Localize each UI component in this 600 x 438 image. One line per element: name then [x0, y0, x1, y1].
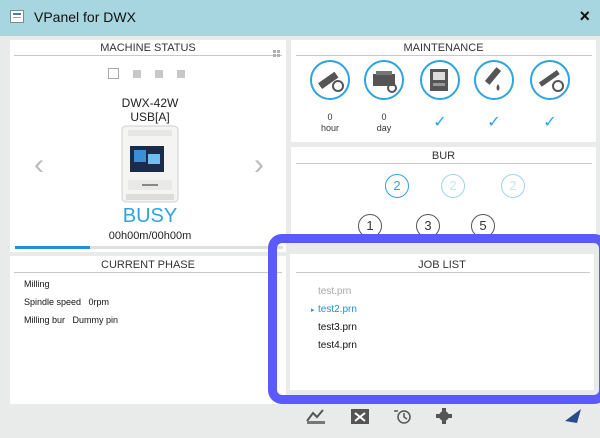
- current-phase-rule: [14, 272, 282, 273]
- bur-title: BUR: [431, 150, 456, 162]
- machine-dot-2[interactable]: [133, 69, 141, 78]
- cut-icon: [351, 409, 369, 424]
- settings-button[interactable]: [432, 406, 456, 426]
- machine-image: [120, 124, 180, 204]
- app-icon: [10, 10, 24, 23]
- machine-selector-dots: [108, 68, 185, 79]
- current-phase-title: CURRENT PHASE: [101, 259, 195, 271]
- current-phase-panel: [10, 256, 286, 404]
- machine-model: DWX-42W: [121, 96, 179, 110]
- machine-status-title: MACHINE STATUS: [100, 42, 196, 54]
- machine-days-value: 0: [381, 112, 387, 122]
- bur-slot-3[interactable]: 2: [501, 174, 525, 198]
- phase-milling-bur: Milling bur Dummy pin: [24, 315, 119, 325]
- maintenance-rule: [296, 55, 592, 56]
- next-machine-arrow[interactable]: ›: [254, 148, 264, 182]
- maintenance-title: MAINTENANCE: [403, 42, 484, 54]
- title-bar: VPanel for DWX ×: [0, 0, 600, 36]
- history-button[interactable]: [390, 406, 414, 426]
- previous-machine-arrow[interactable]: ‹: [34, 148, 44, 182]
- bur-rule: [296, 163, 592, 164]
- machine-dot-3[interactable]: [155, 69, 163, 78]
- job-progress-bar: [15, 246, 283, 249]
- phase-process: Milling: [24, 279, 50, 289]
- dust-collector-check-icon: ✓: [433, 114, 447, 131]
- phase-spindle-speed: Spindle speed 0rpm: [24, 297, 110, 307]
- machine-state: BUSY: [122, 205, 178, 227]
- spindle-hours-unit: hour: [320, 123, 339, 133]
- grid-view-icon[interactable]: [273, 44, 280, 57]
- cut-button[interactable]: [348, 406, 372, 426]
- cleaning-brush-icon[interactable]: [474, 60, 514, 100]
- send-icon: [565, 409, 581, 423]
- job-list-highlight: [268, 234, 600, 404]
- dust-collector-icon[interactable]: [420, 60, 460, 100]
- spindle-hours-icon[interactable]: [310, 60, 350, 100]
- air-blow-icon[interactable]: [530, 60, 570, 100]
- bur-slot-1[interactable]: 2: [385, 174, 409, 198]
- machine-time: 00h00m/00h00m: [108, 230, 192, 242]
- send-button[interactable]: [562, 406, 586, 426]
- air-blow-check-icon: ✓: [543, 114, 557, 131]
- window-title: VPanel for DWX: [34, 9, 136, 25]
- machine-port: USB[A]: [130, 110, 170, 124]
- calibration-icon: [306, 409, 325, 424]
- job-progress-fill: [15, 246, 91, 249]
- cleaning-brush-check-icon: ✓: [487, 114, 501, 131]
- calibration-button[interactable]: [304, 406, 328, 426]
- history-icon: [394, 410, 411, 424]
- spindle-hours-value: 0: [327, 112, 333, 122]
- machine-days-icon[interactable]: [364, 60, 404, 100]
- gear-icon: [436, 408, 452, 424]
- machine-dot-4[interactable]: [177, 69, 185, 78]
- machine-days-unit: day: [376, 123, 392, 133]
- machine-status-rule: [14, 55, 282, 56]
- machine-dot-1[interactable]: [108, 68, 119, 79]
- bur-slot-2[interactable]: 2: [441, 174, 465, 198]
- close-button[interactable]: ×: [579, 6, 590, 27]
